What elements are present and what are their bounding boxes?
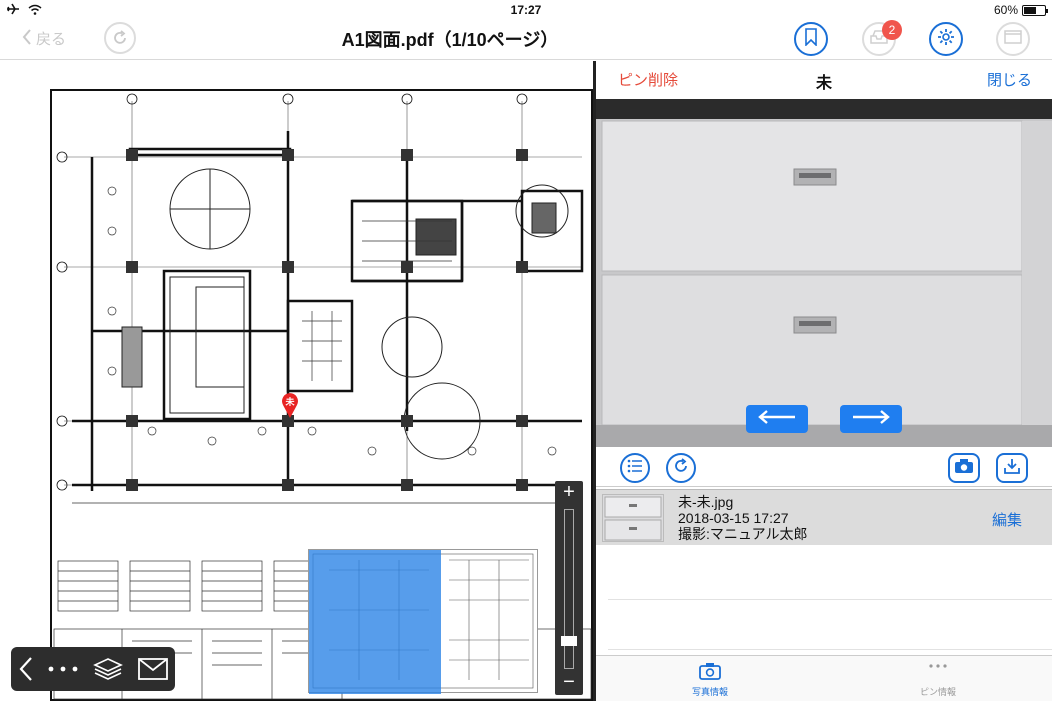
- close-button[interactable]: 閉じる: [987, 69, 1032, 90]
- pin-marker[interactable]: 未: [281, 393, 299, 419]
- pin-detail-panel: ピン削除 未 閉じる 未-未.jpg 2018-03-15 17:27 撮影:マ…: [593, 61, 1052, 701]
- panel-header: ピン削除 未 閉じる: [596, 61, 1052, 99]
- minimap[interactable]: [308, 549, 538, 694]
- photo-filename: 未-未.jpg: [678, 494, 734, 510]
- tab-pin-info-label: ピン情報: [919, 687, 956, 697]
- list-divider: [608, 599, 1052, 600]
- refresh-button[interactable]: [104, 22, 136, 54]
- battery-text: 60%: [993, 3, 1018, 17]
- drawing-toolbar: [11, 647, 175, 691]
- previous-photo-button[interactable]: [746, 405, 808, 433]
- back-label: 戻る: [36, 31, 67, 48]
- more-dots-icon: [927, 664, 949, 682]
- refresh-icon: [112, 30, 128, 50]
- panel-title: 未: [815, 75, 832, 92]
- zoom-out-button[interactable]: −: [555, 671, 583, 695]
- photo-list-item[interactable]: 未-未.jpg 2018-03-15 17:27 撮影:マニュアル太郎 編集: [596, 489, 1052, 545]
- status-right: 60%: [993, 3, 1048, 17]
- arrow-right-icon: [851, 409, 891, 429]
- camera-icon: [699, 663, 721, 682]
- page-title: A1図面.pdf（1/10ページ）: [341, 30, 559, 50]
- photo-thumbnail[interactable]: [602, 494, 664, 542]
- window-icon: [1004, 29, 1022, 49]
- list-button[interactable]: [620, 453, 650, 483]
- bookmark-icon: [805, 27, 817, 51]
- tab-bar: 写真情報 ピン情報: [596, 655, 1052, 701]
- camera-icon: [954, 458, 974, 479]
- battery-fill: [1024, 6, 1036, 14]
- more-dots-icon[interactable]: [48, 666, 78, 672]
- photo-viewer[interactable]: [596, 99, 1052, 447]
- tab-photo-info-label: 写真情報: [691, 687, 728, 697]
- cabinet-photo: [596, 99, 1052, 447]
- navigation-bar: 戻る A1図面.pdf（1/10ページ） 2: [0, 20, 1052, 60]
- minimap-viewport[interactable]: [309, 550, 441, 694]
- download-icon: [1003, 457, 1021, 480]
- next-photo-button[interactable]: [840, 405, 902, 433]
- rotate-button[interactable]: [666, 453, 696, 483]
- tray-button[interactable]: 2: [862, 20, 902, 56]
- edit-button[interactable]: 編集: [992, 509, 1022, 530]
- zoom-in-button[interactable]: +: [555, 481, 583, 505]
- download-button[interactable]: [996, 453, 1028, 483]
- status-time: 17:27: [510, 3, 542, 17]
- tab-photo-info[interactable]: 写真情報: [650, 662, 770, 698]
- gear-icon: [937, 28, 955, 51]
- arrow-left-icon: [757, 409, 797, 429]
- bookmark-button[interactable]: [794, 22, 828, 56]
- list-divider: [608, 649, 1052, 650]
- tab-pin-info[interactable]: ピン情報: [878, 662, 998, 698]
- mail-icon[interactable]: [137, 658, 168, 680]
- refresh-icon: [673, 457, 689, 479]
- chevron-left-icon: [22, 28, 32, 49]
- status-bar: 17:27 60%: [0, 0, 1052, 20]
- battery-icon: [1022, 4, 1048, 16]
- back-button[interactable]: 戻る: [22, 28, 66, 49]
- zoom-thumb[interactable]: [561, 636, 577, 646]
- window-button[interactable]: [996, 22, 1030, 56]
- notification-badge: 2: [882, 20, 902, 40]
- layers-icon[interactable]: [92, 657, 123, 681]
- photo-info: 未-未.jpg 2018-03-15 17:27 撮影:マニュアル太郎: [678, 494, 807, 542]
- camera-button[interactable]: [948, 453, 980, 483]
- zoom-slider[interactable]: + −: [555, 481, 583, 695]
- settings-button[interactable]: [929, 22, 963, 56]
- photo-datetime: 2018-03-15 17:27: [678, 510, 789, 526]
- photo-photographer: 撮影:マニュアル太郎: [678, 526, 808, 542]
- chevron-left-icon[interactable]: [19, 656, 33, 682]
- photo-tools: [596, 447, 1052, 487]
- pin-label: 未: [285, 397, 295, 407]
- list-icon: [627, 459, 643, 478]
- drawing-viewer[interactable]: 未 + −: [0, 61, 593, 701]
